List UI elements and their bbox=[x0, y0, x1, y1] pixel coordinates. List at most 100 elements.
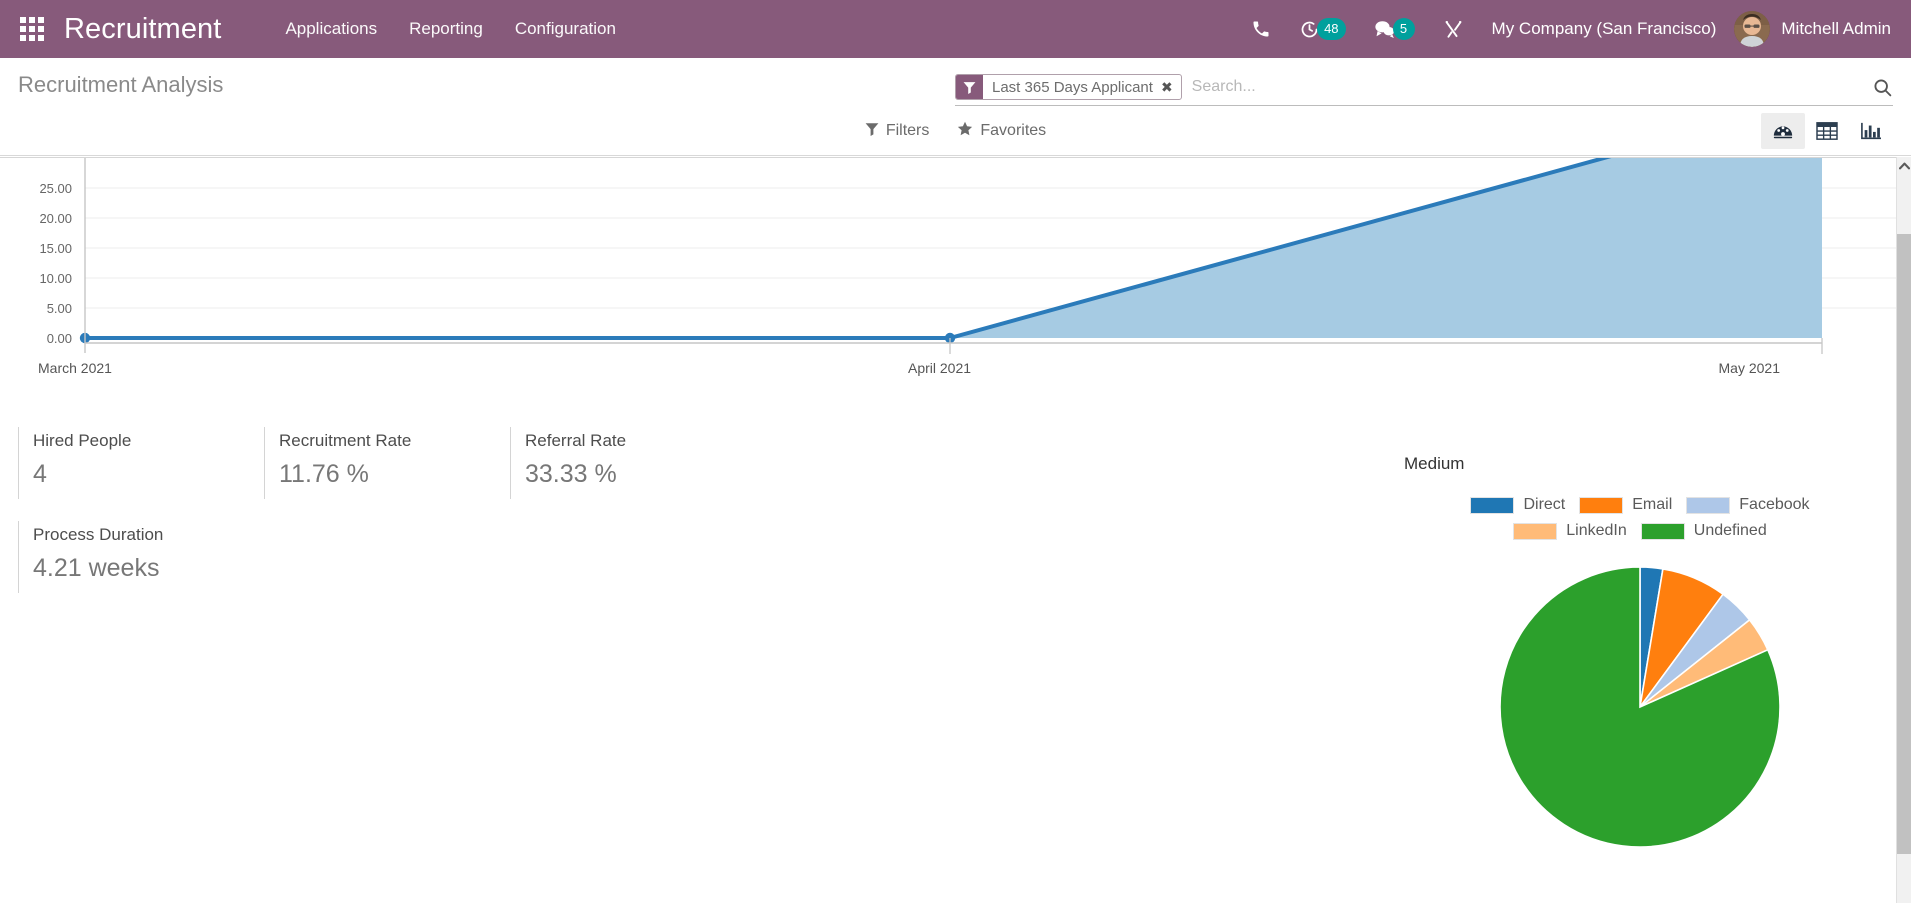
x-axis-tick-labels: March 2021 April 2021 May 2021 bbox=[38, 360, 1780, 376]
pie-chart-title: Medium bbox=[1400, 454, 1880, 474]
breadcrumb: Recruitment Analysis bbox=[0, 72, 223, 98]
developer-tools-button[interactable] bbox=[1429, 0, 1478, 58]
legend-label: Facebook bbox=[1739, 496, 1809, 514]
avatar-image bbox=[1734, 11, 1770, 47]
filter-icon bbox=[865, 122, 879, 141]
legend-swatch bbox=[1686, 497, 1730, 514]
y-tick-0: 0.00 bbox=[47, 331, 72, 346]
table-grid-icon bbox=[1816, 121, 1838, 141]
dashboard-content: 25.00 20.00 15.00 10.00 5.00 0.00 March … bbox=[0, 157, 1911, 903]
kpi-process-duration[interactable]: Process Duration 4.21 weeks bbox=[18, 521, 264, 593]
legend-swatch bbox=[1579, 497, 1623, 514]
control-panel-top-row: Recruitment Analysis Last 365 Days Appli… bbox=[0, 58, 1911, 111]
control-panel-bottom-row: Filters Favorites bbox=[0, 111, 1911, 155]
messages-button[interactable]: 5 bbox=[1360, 0, 1429, 58]
menu-item-configuration[interactable]: Configuration bbox=[499, 1, 632, 57]
pivot-view-button[interactable] bbox=[1805, 113, 1849, 149]
legend-item-undefined[interactable]: Undefined bbox=[1641, 522, 1767, 540]
legend-label: LinkedIn bbox=[1566, 522, 1627, 540]
activities-button[interactable]: 48 bbox=[1285, 0, 1359, 58]
dashboard-scroll-area: 25.00 20.00 15.00 10.00 5.00 0.00 March … bbox=[0, 157, 1896, 903]
close-icon[interactable]: ✖ bbox=[1161, 80, 1173, 94]
filter-menu-group: Filters Favorites bbox=[865, 121, 1046, 142]
kpi-label: Process Duration bbox=[33, 525, 242, 545]
grid-apps-icon bbox=[20, 17, 44, 41]
area-chart-svg: 25.00 20.00 15.00 10.00 5.00 0.00 March … bbox=[0, 158, 1896, 409]
activities-count-badge: 48 bbox=[1317, 18, 1345, 40]
phone-icon bbox=[1251, 19, 1271, 39]
legend-label: Undefined bbox=[1694, 522, 1767, 540]
legend-item-facebook[interactable]: Facebook bbox=[1686, 496, 1809, 514]
phone-button[interactable] bbox=[1237, 0, 1285, 58]
search-view: Last 365 Days Applicant ✖ bbox=[955, 74, 1893, 106]
legend-label: Email bbox=[1632, 496, 1672, 514]
top-navbar: Recruitment Applications Reporting Confi… bbox=[0, 0, 1911, 58]
avatar bbox=[1734, 11, 1770, 47]
vertical-scrollbar[interactable] bbox=[1896, 157, 1911, 903]
favorites-dropdown-button[interactable]: Favorites bbox=[957, 121, 1046, 142]
navbar-right-tools: 48 5 My Company (San Francisco) bbox=[1237, 0, 1911, 58]
dashboard-view-button[interactable] bbox=[1761, 113, 1805, 149]
chevron-up-icon bbox=[1899, 162, 1910, 170]
search-facet-last-365-days-applicant[interactable]: Last 365 Days Applicant ✖ bbox=[955, 74, 1182, 100]
medium-pie-panel: Medium Direct Email Facebook LinkedIn bbox=[1400, 454, 1880, 852]
kpi-hired-people[interactable]: Hired People 4 bbox=[18, 427, 264, 499]
dashboard-gauge-icon bbox=[1772, 120, 1794, 142]
pie-chart-container bbox=[1400, 562, 1880, 852]
kpi-value: 33.33 % bbox=[525, 460, 734, 489]
user-menu[interactable]: Mitchell Admin bbox=[1734, 11, 1895, 47]
y-tick-10: 10.00 bbox=[39, 271, 72, 286]
search-icon[interactable] bbox=[1862, 77, 1893, 98]
applications-area-chart[interactable]: 25.00 20.00 15.00 10.00 5.00 0.00 March … bbox=[0, 157, 1896, 409]
kpi-recruitment-rate[interactable]: Recruitment Rate 11.76 % bbox=[264, 427, 510, 499]
search-facet-label-group: Last 365 Days Applicant ✖ bbox=[983, 75, 1181, 99]
y-tick-20: 20.00 bbox=[39, 211, 72, 226]
tools-wrench-icon bbox=[1443, 19, 1464, 40]
kpi-value: 4.21 weeks bbox=[33, 554, 242, 583]
medium-pie-chart bbox=[1495, 562, 1785, 852]
star-icon bbox=[957, 121, 973, 142]
legend-item-email[interactable]: Email bbox=[1579, 496, 1672, 514]
control-panel: Recruitment Analysis Last 365 Days Appli… bbox=[0, 58, 1911, 156]
pie-legend: Direct Email Facebook LinkedIn Undefined bbox=[1405, 496, 1875, 540]
legend-item-linkedin[interactable]: LinkedIn bbox=[1513, 522, 1627, 540]
y-axis-tick-labels: 25.00 20.00 15.00 10.00 5.00 0.00 bbox=[39, 181, 72, 346]
legend-label: Direct bbox=[1523, 496, 1565, 514]
x-tick-april: April 2021 bbox=[908, 360, 971, 376]
kpi-label: Referral Rate bbox=[525, 431, 734, 451]
user-name-label: Mitchell Admin bbox=[1781, 19, 1891, 39]
y-tick-15: 15.00 bbox=[39, 241, 72, 256]
legend-item-direct[interactable]: Direct bbox=[1470, 496, 1565, 514]
graph-view-button[interactable] bbox=[1849, 113, 1893, 149]
main-menu: Applications Reporting Configuration bbox=[269, 1, 632, 57]
company-switcher[interactable]: My Company (San Francisco) bbox=[1478, 19, 1735, 39]
kpi-label: Recruitment Rate bbox=[279, 431, 488, 451]
kpi-label: Hired People bbox=[33, 431, 242, 451]
filter-icon bbox=[956, 75, 983, 99]
kpi-tiles: Hired People 4 Recruitment Rate 11.76 % … bbox=[0, 409, 1400, 615]
kpi-value: 4 bbox=[33, 460, 242, 489]
favorites-label: Favorites bbox=[980, 122, 1046, 140]
x-tick-march: March 2021 bbox=[38, 360, 112, 376]
legend-swatch bbox=[1641, 523, 1685, 540]
y-tick-25: 25.00 bbox=[39, 181, 72, 196]
search-input[interactable] bbox=[1182, 78, 1862, 96]
x-tick-may: May 2021 bbox=[1719, 360, 1781, 376]
scrollbar-thumb[interactable] bbox=[1897, 234, 1911, 854]
menu-item-applications[interactable]: Applications bbox=[269, 1, 393, 57]
app-brand-title[interactable]: Recruitment bbox=[64, 13, 221, 46]
view-switcher bbox=[1761, 113, 1893, 149]
y-tick-5: 5.00 bbox=[47, 301, 72, 316]
menu-item-reporting[interactable]: Reporting bbox=[393, 1, 499, 57]
filters-dropdown-button[interactable]: Filters bbox=[865, 122, 930, 141]
legend-swatch bbox=[1513, 523, 1557, 540]
legend-swatch bbox=[1470, 497, 1514, 514]
search-facet-text: Last 365 Days Applicant bbox=[992, 79, 1153, 96]
kpi-referral-rate[interactable]: Referral Rate 33.33 % bbox=[510, 427, 756, 499]
apps-menu-button[interactable] bbox=[0, 0, 64, 58]
messages-count-badge: 5 bbox=[1393, 18, 1415, 40]
filters-label: Filters bbox=[886, 122, 930, 140]
kpi-value: 11.76 % bbox=[279, 460, 488, 489]
scroll-up-button[interactable] bbox=[1897, 157, 1911, 174]
bar-chart-icon bbox=[1860, 121, 1882, 141]
